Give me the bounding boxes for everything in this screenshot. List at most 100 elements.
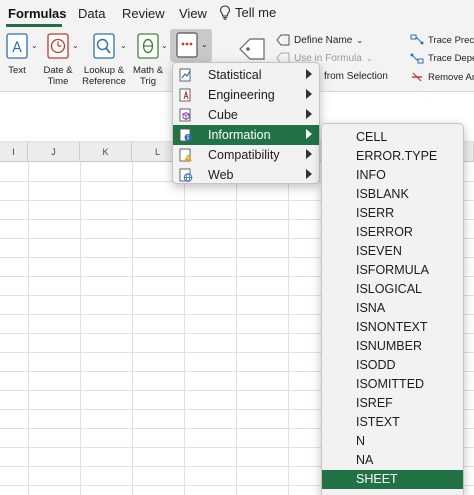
define-name-button[interactable]: Define Name ⌄ (276, 34, 363, 46)
submenu-item-label: ISFORMULA (356, 263, 429, 277)
menu-item-label: Statistical (208, 68, 262, 82)
svg-text:A: A (12, 40, 22, 56)
menu-item-label: Web (208, 168, 234, 182)
submenu-item-label: ISREF (356, 396, 393, 410)
menu-item-label: Engineering (208, 88, 275, 102)
menu-item-statistical[interactable]: Statistical (173, 65, 319, 85)
menu-item-label: Compatibility (208, 148, 280, 162)
menu-item-information[interactable]: Information (173, 125, 319, 145)
submenu-item-label: ISODD (356, 358, 396, 372)
formula-auditing-group: Trace Prec Trace Depe Remove Ar (404, 29, 474, 89)
submenu-item-isref[interactable]: ISREF (322, 394, 463, 413)
submenu-item-sheet[interactable]: SHEET (322, 470, 463, 489)
information-functions-submenu: CELL ERROR.TYPE INFO ISBLANK ISERR ISERROR ISE… (321, 123, 464, 495)
tab-review[interactable]: Review (122, 6, 165, 21)
text-function-icon: A (6, 33, 28, 59)
column-header[interactable]: K (80, 142, 132, 162)
name-manager-icon[interactable] (236, 33, 268, 65)
submenu-item-isomitted[interactable]: ISOMITTED (322, 375, 463, 394)
submenu-item-iserr[interactable]: ISERR (322, 204, 463, 223)
submenu-item-label: ISLOGICAL (356, 282, 422, 296)
trace-precedents-button[interactable]: Trace Prec (410, 34, 474, 46)
submenu-item-isformula[interactable]: ISFORMULA (322, 261, 463, 280)
lookup-reference-function-icon (93, 33, 115, 59)
submenu-item-isnumber[interactable]: ISNUMBER (322, 337, 463, 356)
more-functions-button[interactable]: ⌄ (170, 29, 212, 62)
grid-column-line (236, 162, 237, 495)
information-icon (179, 128, 192, 142)
menu-item-label: Information (208, 128, 271, 142)
chevron-right-icon (306, 69, 312, 79)
more-functions-menu: Statistical Engineering Cube Information… (172, 62, 320, 184)
ribbon-tab-bar: Formulas Data Review View Tell me (0, 0, 474, 27)
column-header[interactable]: J (28, 142, 80, 162)
submenu-item-cell[interactable]: CELL (322, 128, 463, 147)
submenu-item-label: ISNA (356, 301, 386, 315)
math-trig-function-icon (137, 33, 159, 59)
grid-column-line (28, 162, 29, 495)
trace-dependents-button[interactable]: Trace Depe (410, 52, 474, 64)
create-from-selection-button[interactable]: from Selection (324, 71, 388, 82)
submenu-item-label: ISOMITTED (356, 377, 425, 391)
remove-arrows-button[interactable]: Remove Ar (410, 71, 474, 83)
tab-formulas[interactable]: Formulas (8, 6, 67, 21)
grid-column-line (132, 162, 133, 495)
chevron-down-icon: ⌄ (365, 53, 373, 63)
submenu-item-isnontext[interactable]: ISNONTEXT (322, 318, 463, 337)
submenu-item-label: N (356, 434, 366, 448)
submenu-item-error-type[interactable]: ERROR.TYPE (322, 147, 463, 166)
menu-item-compatibility[interactable]: Compatibility (173, 145, 319, 165)
tell-me-box[interactable]: Tell me (219, 5, 276, 20)
compatibility-icon (179, 148, 192, 162)
grid-column-line (80, 162, 81, 495)
trace-precedents-label: Trace Prec (428, 34, 474, 46)
more-functions-icon (176, 32, 198, 58)
cube-icon (179, 108, 191, 122)
trace-dependents-label: Trace Depe (428, 52, 474, 64)
menu-item-cube[interactable]: Cube (173, 105, 319, 125)
trace-precedents-icon (410, 34, 424, 45)
menu-item-engineering[interactable]: Engineering (173, 85, 319, 105)
chevron-right-icon (306, 109, 312, 119)
submenu-item-isna[interactable]: ISNA (322, 299, 463, 318)
define-name-label: Define Name (294, 34, 353, 46)
submenu-item-label: ISNONTEXT (356, 320, 428, 334)
chevron-down-icon: ⌄ (356, 35, 364, 45)
submenu-item-na[interactable]: NA (322, 451, 463, 470)
chevron-down-icon[interactable]: ⌄ (72, 41, 79, 50)
statistical-icon (179, 68, 191, 82)
submenu-item-istext[interactable]: ISTEXT (322, 413, 463, 432)
remove-arrows-icon (412, 72, 422, 82)
submenu-item-isblank[interactable]: ISBLANK (322, 185, 463, 204)
date-time-function-icon (47, 33, 69, 59)
web-icon (179, 168, 193, 182)
chevron-right-icon (306, 169, 312, 179)
chevron-down-icon[interactable]: ⌄ (120, 41, 127, 50)
chevron-down-icon[interactable]: ⌄ (161, 41, 168, 50)
tell-me-label: Tell me (235, 5, 277, 20)
chevron-down-icon[interactable]: ⌄ (31, 41, 38, 50)
submenu-item-islogical[interactable]: ISLOGICAL (322, 280, 463, 299)
submenu-item-label: NA (356, 453, 374, 467)
remove-arrows-label: Remove Ar (428, 71, 474, 83)
chevron-right-icon (306, 149, 312, 159)
submenu-item-label: ISERROR (356, 225, 413, 239)
menu-item-web[interactable]: Web (173, 165, 319, 185)
engineering-icon (179, 88, 191, 102)
column-header[interactable]: I (0, 142, 28, 162)
trace-dependents-icon (410, 53, 424, 64)
submenu-item-iseven[interactable]: ISEVEN (322, 242, 463, 261)
submenu-item-label: ISERR (356, 206, 395, 220)
submenu-item-iserror[interactable]: ISERROR (322, 223, 463, 242)
menu-item-label: Cube (208, 108, 238, 122)
tab-view[interactable]: View (179, 6, 207, 21)
chevron-right-icon (306, 89, 312, 99)
submenu-item-label: ISEVEN (356, 244, 402, 258)
submenu-item-label: ISBLANK (356, 187, 409, 201)
submenu-item-isodd[interactable]: ISODD (322, 356, 463, 375)
submenu-item-label: ISTEXT (356, 415, 400, 429)
tab-data[interactable]: Data (78, 6, 105, 21)
lightbulb-icon (219, 5, 231, 20)
submenu-item-n[interactable]: N (322, 432, 463, 451)
submenu-item-info[interactable]: INFO (322, 166, 463, 185)
